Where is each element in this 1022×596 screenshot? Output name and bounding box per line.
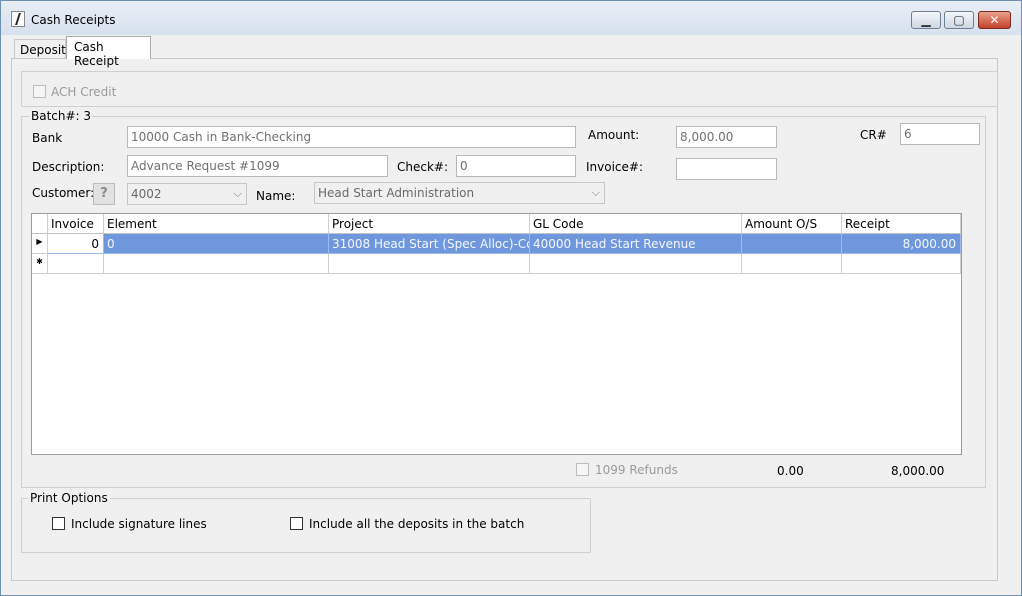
amount-label: Amount: [588, 128, 640, 142]
name-combo[interactable]: Head Start Administration ⌵ [314, 182, 605, 204]
description-field[interactable]: Advance Request #1099 [127, 155, 388, 177]
maximize-icon: ▢ [953, 13, 965, 27]
minimize-button[interactable]: ▁ [911, 11, 941, 29]
ach-credit-checkbox[interactable] [33, 85, 46, 98]
row-header-corner [32, 214, 48, 234]
cash-receipts-window: Cash Receipts ▁ ▢ ✕ Deposit Cash Receipt… [0, 0, 1022, 596]
chevron-down-icon: ⌵ [591, 186, 600, 199]
all-deposits-label: Include all the deposits in the batch [309, 517, 525, 531]
tab-deposit[interactable]: Deposit [14, 39, 66, 58]
invoice-number-label: Invoice#: [586, 160, 643, 174]
customer-combo[interactable]: 4002 ⌵ [127, 183, 247, 205]
grid-header-row: Invoice Element Project GL Code Amount O… [32, 214, 961, 234]
new-row-icon[interactable]: ✱ [32, 254, 48, 274]
column-header-invoice[interactable]: Invoice [48, 214, 104, 234]
all-deposits-checkbox[interactable] [290, 517, 303, 530]
invoice-cell[interactable] [48, 254, 104, 274]
title-bar[interactable]: Cash Receipts ▁ ▢ ✕ [1, 1, 1021, 35]
bank-label: Bank [32, 131, 63, 145]
cr-number-field[interactable]: 6 [900, 123, 980, 145]
bank-field[interactable]: 10000 Cash in Bank-Checking [127, 126, 576, 148]
project-cell[interactable]: 31008 Head Start (Spec Alloc)-Cost R... [329, 234, 530, 254]
new-table-row[interactable]: ✱ [32, 254, 961, 274]
project-cell[interactable] [329, 254, 530, 274]
minimize-icon: ▁ [921, 13, 931, 27]
name-value: Head Start Administration [318, 186, 475, 200]
app-icon [11, 11, 25, 27]
ach-group [21, 71, 998, 107]
amount-os-total: 0.00 [777, 464, 804, 478]
customer-lookup-button[interactable]: ? [93, 183, 115, 205]
receipt-lines-grid[interactable]: Invoice Element Project GL Code Amount O… [31, 213, 962, 455]
window-title: Cash Receipts [31, 13, 116, 27]
signature-lines-label: Include signature lines [71, 517, 207, 531]
element-cell[interactable]: 0 [104, 234, 329, 254]
close-button[interactable]: ✕ [978, 11, 1011, 29]
column-header-project[interactable]: Project [329, 214, 530, 234]
ach-credit-label: ACH Credit [51, 85, 117, 99]
help-icon: ? [100, 186, 108, 201]
batch-number-legend: Batch#: 3 [29, 109, 94, 123]
element-cell[interactable] [104, 254, 329, 274]
amount-os-cell[interactable] [742, 254, 842, 274]
check-number-field[interactable]: 0 [456, 155, 576, 177]
name-label: Name: [256, 189, 296, 203]
receipt-cell[interactable]: 8,000.00 [842, 234, 961, 254]
column-header-amount-os[interactable]: Amount O/S [742, 214, 842, 234]
gl-code-cell[interactable] [530, 254, 742, 274]
signature-lines-checkbox[interactable] [52, 517, 65, 530]
invoice-cell[interactable]: 0 [48, 234, 104, 254]
print-options-legend: Print Options [28, 491, 110, 505]
receipt-cell[interactable] [842, 254, 961, 274]
column-header-gl-code[interactable]: GL Code [530, 214, 742, 234]
chevron-down-icon: ⌵ [233, 187, 242, 200]
refunds-1099-label: 1099 Refunds [595, 463, 678, 477]
amount-field[interactable]: 8,000.00 [676, 126, 777, 148]
column-header-element[interactable]: Element [104, 214, 329, 234]
refunds-1099-checkbox[interactable] [576, 463, 589, 476]
invoice-number-field[interactable] [676, 158, 777, 180]
row-selector-icon[interactable]: ▶ [32, 234, 48, 254]
amount-os-cell[interactable] [742, 234, 842, 254]
customer-value: 4002 [131, 187, 162, 201]
cr-number-label: CR# [860, 128, 887, 142]
check-number-label: Check#: [397, 160, 449, 174]
customer-label: Customer: [32, 186, 95, 200]
receipt-total: 8,000.00 [891, 464, 945, 478]
close-icon: ✕ [989, 13, 1000, 27]
table-row[interactable]: ▶ 0 0 31008 Head Start (Spec Alloc)-Cost… [32, 234, 961, 254]
gl-code-cell[interactable]: 40000 Head Start Revenue [530, 234, 742, 254]
tab-cash-receipt[interactable]: Cash Receipt [66, 36, 151, 68]
column-header-receipt[interactable]: Receipt [842, 214, 961, 234]
description-label: Description: [32, 160, 105, 174]
maximize-button[interactable]: ▢ [944, 11, 974, 29]
